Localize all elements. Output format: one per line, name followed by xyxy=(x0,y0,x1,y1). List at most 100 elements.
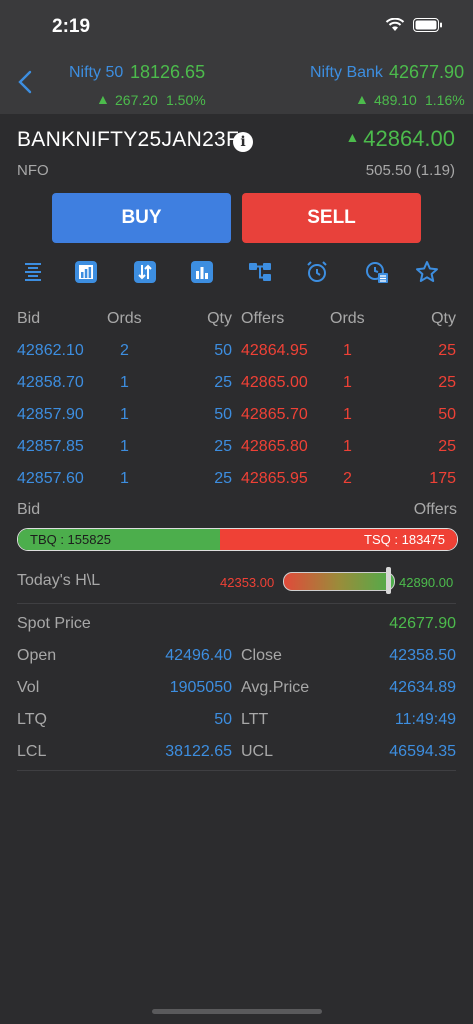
offer-price: 42865.80 xyxy=(241,438,308,455)
bid-header: Bid xyxy=(17,310,41,327)
list-icon[interactable] xyxy=(19,258,47,286)
pressure-labels: Bid Offers xyxy=(17,501,457,519)
offer-qty: 25 xyxy=(438,342,456,359)
market-depth: Bid Ords Qty Offers Ords Qty 42862.10 2 50… xyxy=(17,310,457,500)
offer-qty-header: Qty xyxy=(431,310,456,327)
bid-qty: 25 xyxy=(214,470,232,487)
arrows-icon[interactable] xyxy=(131,258,159,286)
offer-qty: 50 xyxy=(438,406,456,423)
bid-price: 42857.60 xyxy=(17,470,84,487)
vol-label: Vol xyxy=(17,679,40,696)
bar-chart-icon[interactable] xyxy=(188,258,216,286)
depth-row[interactable]: 42857.60 1 25 42865.95 2 175 xyxy=(17,470,457,500)
depth-row[interactable]: 42858.70 1 25 42865.00 1 25 xyxy=(17,374,457,404)
depth-row[interactable]: 42862.10 2 50 42864.95 1 25 xyxy=(17,342,457,372)
offer-qty: 25 xyxy=(438,374,456,391)
star-icon[interactable] xyxy=(413,258,441,286)
depth-header: Bid Ords Qty Offers Ords Qty xyxy=(17,310,457,340)
index2-up-icon: ▲ xyxy=(355,91,369,107)
offer-qty: 175 xyxy=(429,470,456,487)
back-icon[interactable] xyxy=(14,70,38,94)
bid-price: 42857.90 xyxy=(17,406,84,423)
buy-button[interactable]: BUY xyxy=(52,193,231,243)
depth-row[interactable]: 42857.85 1 25 42865.80 1 25 xyxy=(17,438,457,468)
close-label: Close xyxy=(241,647,282,664)
price-change: 505.50 (1.19) xyxy=(365,162,455,179)
offer-price: 42865.70 xyxy=(241,406,308,423)
clock-doc-icon[interactable] xyxy=(363,258,391,286)
buy-sell-pressure-bar: TBQ : 155825 TSQ : 183475 xyxy=(17,528,458,551)
home-indicator[interactable] xyxy=(152,1009,322,1014)
avg-price-value: 42634.89 xyxy=(389,679,456,696)
chart-bar-icon[interactable] xyxy=(72,258,100,286)
bid-price: 42858.70 xyxy=(17,374,84,391)
index1-change: 267.20 xyxy=(115,92,158,108)
offer-orders: 1 xyxy=(343,374,352,391)
bid-orders: 2 xyxy=(120,342,129,359)
tbq-segment: TBQ : 155825 xyxy=(18,529,220,550)
open-label: Open xyxy=(17,647,57,664)
exchange-label: NFO xyxy=(17,162,49,179)
bid-orders: 1 xyxy=(120,406,129,423)
todays-low: 42353.00 xyxy=(220,575,275,590)
bid-price: 42857.85 xyxy=(17,438,84,455)
bid-orders: 1 xyxy=(120,470,129,487)
ucl-value: 46594.35 xyxy=(389,743,456,760)
offer-orders: 1 xyxy=(343,438,352,455)
offer-orders: 2 xyxy=(343,470,352,487)
index1-up-icon: ▲ xyxy=(96,91,110,107)
bid-orders: 1 xyxy=(120,438,129,455)
status-bar: 2:19 xyxy=(0,0,473,50)
open-value: 42496.40 xyxy=(165,647,232,664)
spot-price-label: Spot Price xyxy=(17,615,91,632)
bid-ords-header: Ords xyxy=(107,310,142,327)
bid-orders: 1 xyxy=(120,374,129,391)
index2-value: 42677.90 xyxy=(389,62,465,82)
bid-qty: 50 xyxy=(214,406,232,423)
index1-value: 18126.65 xyxy=(130,62,206,82)
last-traded-price: ▲ 42864.00 xyxy=(345,126,455,152)
action-toolbar xyxy=(0,256,473,292)
divider xyxy=(17,770,456,771)
todays-range-label: Today's H\L xyxy=(17,572,101,589)
offer-ords-header: Ords xyxy=(330,310,365,327)
info-icon[interactable]: i xyxy=(233,132,253,152)
ltq-label: LTQ xyxy=(17,711,47,728)
offer-qty: 25 xyxy=(438,438,456,455)
offer-orders: 1 xyxy=(343,342,352,359)
status-time: 2:19 xyxy=(52,16,91,37)
close-value: 42358.50 xyxy=(389,647,456,664)
lcl-label: LCL xyxy=(17,743,47,760)
ltt-value: 11:49:49 xyxy=(394,711,456,728)
bid-qty: 50 xyxy=(214,342,232,359)
index1-pct: 1.50% xyxy=(166,92,206,108)
spot-price-value: 42677.90 xyxy=(389,615,456,632)
alarm-icon[interactable] xyxy=(303,258,331,286)
index2-name[interactable]: Nifty Bank xyxy=(310,64,383,82)
pressure-bid-label: Bid xyxy=(17,501,41,518)
ltp-up-icon: ▲ xyxy=(345,129,364,145)
divider xyxy=(17,603,456,604)
todays-range-marker xyxy=(386,567,392,594)
index1-name[interactable]: Nifty 50 xyxy=(69,64,123,82)
depth-row[interactable]: 42857.90 1 50 42865.70 1 50 xyxy=(17,406,457,436)
ltq-value: 50 xyxy=(214,711,232,728)
instrument-symbol: BANKNIFTY25JAN23F xyxy=(17,128,240,151)
todays-high: 42890.00 xyxy=(399,575,454,590)
ltt-label: LTT xyxy=(241,711,269,728)
bid-qty-header: Qty xyxy=(207,310,232,327)
index-header: Nifty 50 18126.65 ▲ 267.20 1.50% Nifty B… xyxy=(0,50,473,114)
offer-price: 42864.95 xyxy=(241,342,308,359)
bid-qty: 25 xyxy=(214,374,232,391)
ltp-value: 42864.00 xyxy=(363,126,455,151)
vol-value: 1905050 xyxy=(169,679,232,696)
ucl-label: UCL xyxy=(241,743,274,760)
avg-price-label: Avg.Price xyxy=(241,679,310,696)
tree-icon[interactable] xyxy=(246,258,274,286)
offer-price: 42865.00 xyxy=(241,374,308,391)
index2-change: 489.10 xyxy=(374,92,417,108)
sell-button[interactable]: SELL xyxy=(242,193,421,243)
todays-range-track xyxy=(283,572,395,591)
battery-icon xyxy=(413,18,442,32)
offer-orders: 1 xyxy=(343,406,352,423)
